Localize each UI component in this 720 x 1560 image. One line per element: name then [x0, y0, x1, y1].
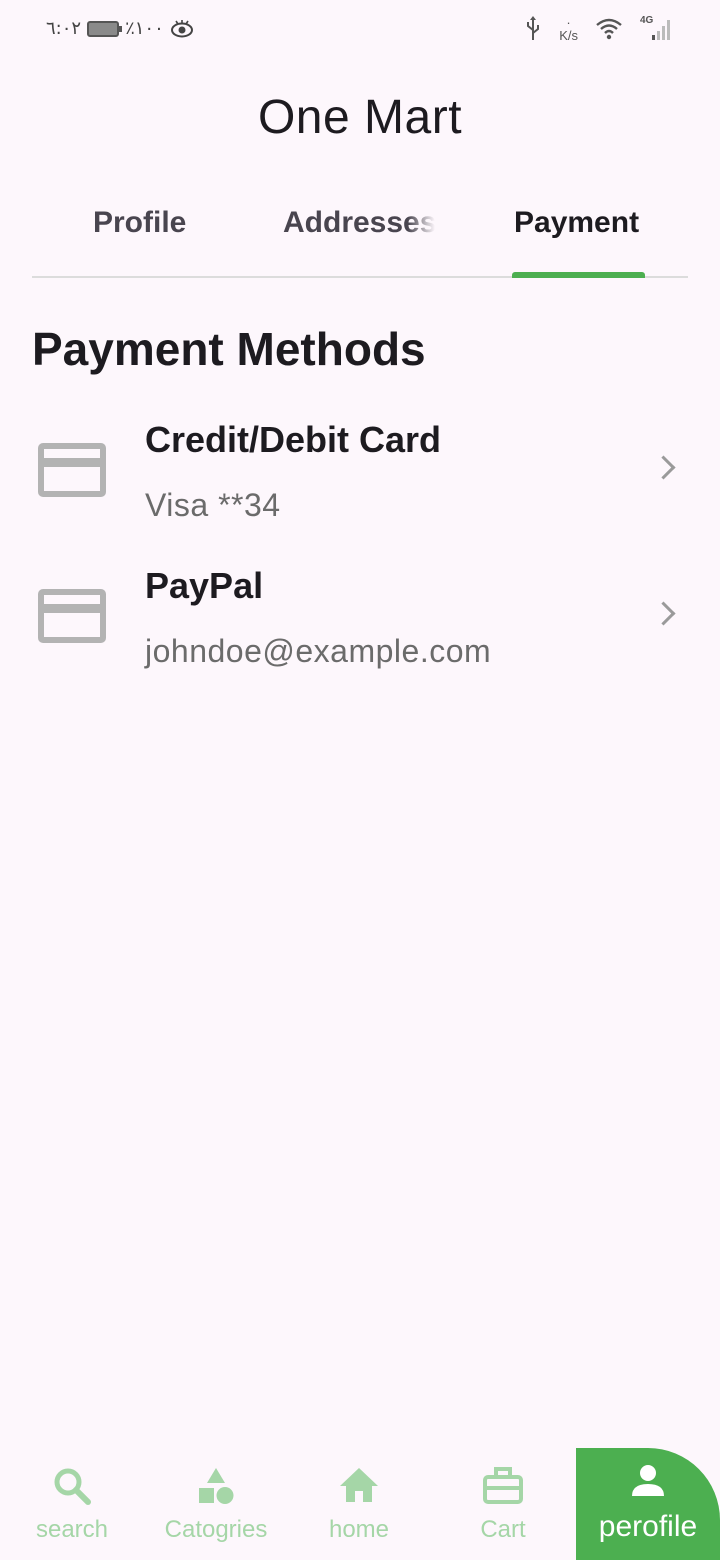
tab-addresses[interactable]: Addresses	[283, 206, 435, 240]
credit-card-icon	[38, 589, 106, 643]
bottom-nav: search Catogries home Cart perofile	[0, 1448, 720, 1560]
wifi-icon	[596, 18, 622, 40]
nav-cart[interactable]: Cart	[431, 1448, 575, 1560]
battery-percent: ٪١٠٠	[125, 18, 164, 39]
payment-method-detail: johndoe@example.com	[145, 633, 492, 669]
chevron-right-icon	[651, 455, 676, 480]
nav-home[interactable]: home	[287, 1448, 431, 1560]
nav-profile[interactable]: perofile	[576, 1448, 720, 1560]
nav-label: home	[328, 1516, 390, 1543]
net-speed-unit: K/s	[559, 28, 578, 43]
nav-label: Cart	[480, 1516, 526, 1543]
status-right: · K/s 4G	[525, 15, 674, 42]
cart-icon	[483, 1467, 523, 1504]
categories-icon	[199, 1468, 234, 1504]
clock: ٦:٠٢	[46, 18, 82, 39]
battery-icon	[87, 20, 123, 37]
net-speed: · K/s	[559, 16, 578, 42]
search-icon	[54, 1468, 91, 1505]
home-icon	[340, 1468, 378, 1502]
eye-icon	[170, 19, 193, 37]
nav-label: perofile	[598, 1510, 698, 1543]
tab-profile[interactable]: Profile	[93, 206, 186, 240]
status-left: ٦:٠٢ ٪١٠٠	[46, 18, 194, 39]
chevron-right-icon	[651, 601, 676, 626]
payment-method-item[interactable]: PayPal johndoe@example.com	[0, 551, 720, 691]
payment-method-item[interactable]: Credit/Debit Card Visa **34	[0, 405, 720, 545]
payment-method-detail: Visa **34	[145, 487, 281, 523]
signal-icon	[652, 20, 670, 40]
app-title: One Mart	[257, 91, 463, 144]
payment-method-title: Credit/Debit Card	[145, 419, 442, 460]
section-title: Payment Methods	[32, 323, 426, 375]
tab-payment[interactable]: Payment	[514, 206, 639, 240]
status-bar: ٦:٠٢ ٪١٠٠ · K/s 4G	[0, 0, 720, 60]
credit-card-icon	[38, 443, 106, 497]
person-icon	[632, 1465, 664, 1496]
nav-categories[interactable]: Catogries	[144, 1448, 288, 1560]
usb-icon	[527, 16, 540, 40]
cell-signal: 4G	[640, 15, 674, 41]
payment-method-title: PayPal	[145, 565, 264, 606]
nav-label: search	[35, 1516, 109, 1543]
active-tab-indicator	[512, 272, 645, 278]
nav-search[interactable]: search	[0, 1448, 144, 1560]
tab-bar: Profile Addresses Payment	[32, 196, 688, 278]
nav-label: Catogries	[164, 1516, 268, 1543]
